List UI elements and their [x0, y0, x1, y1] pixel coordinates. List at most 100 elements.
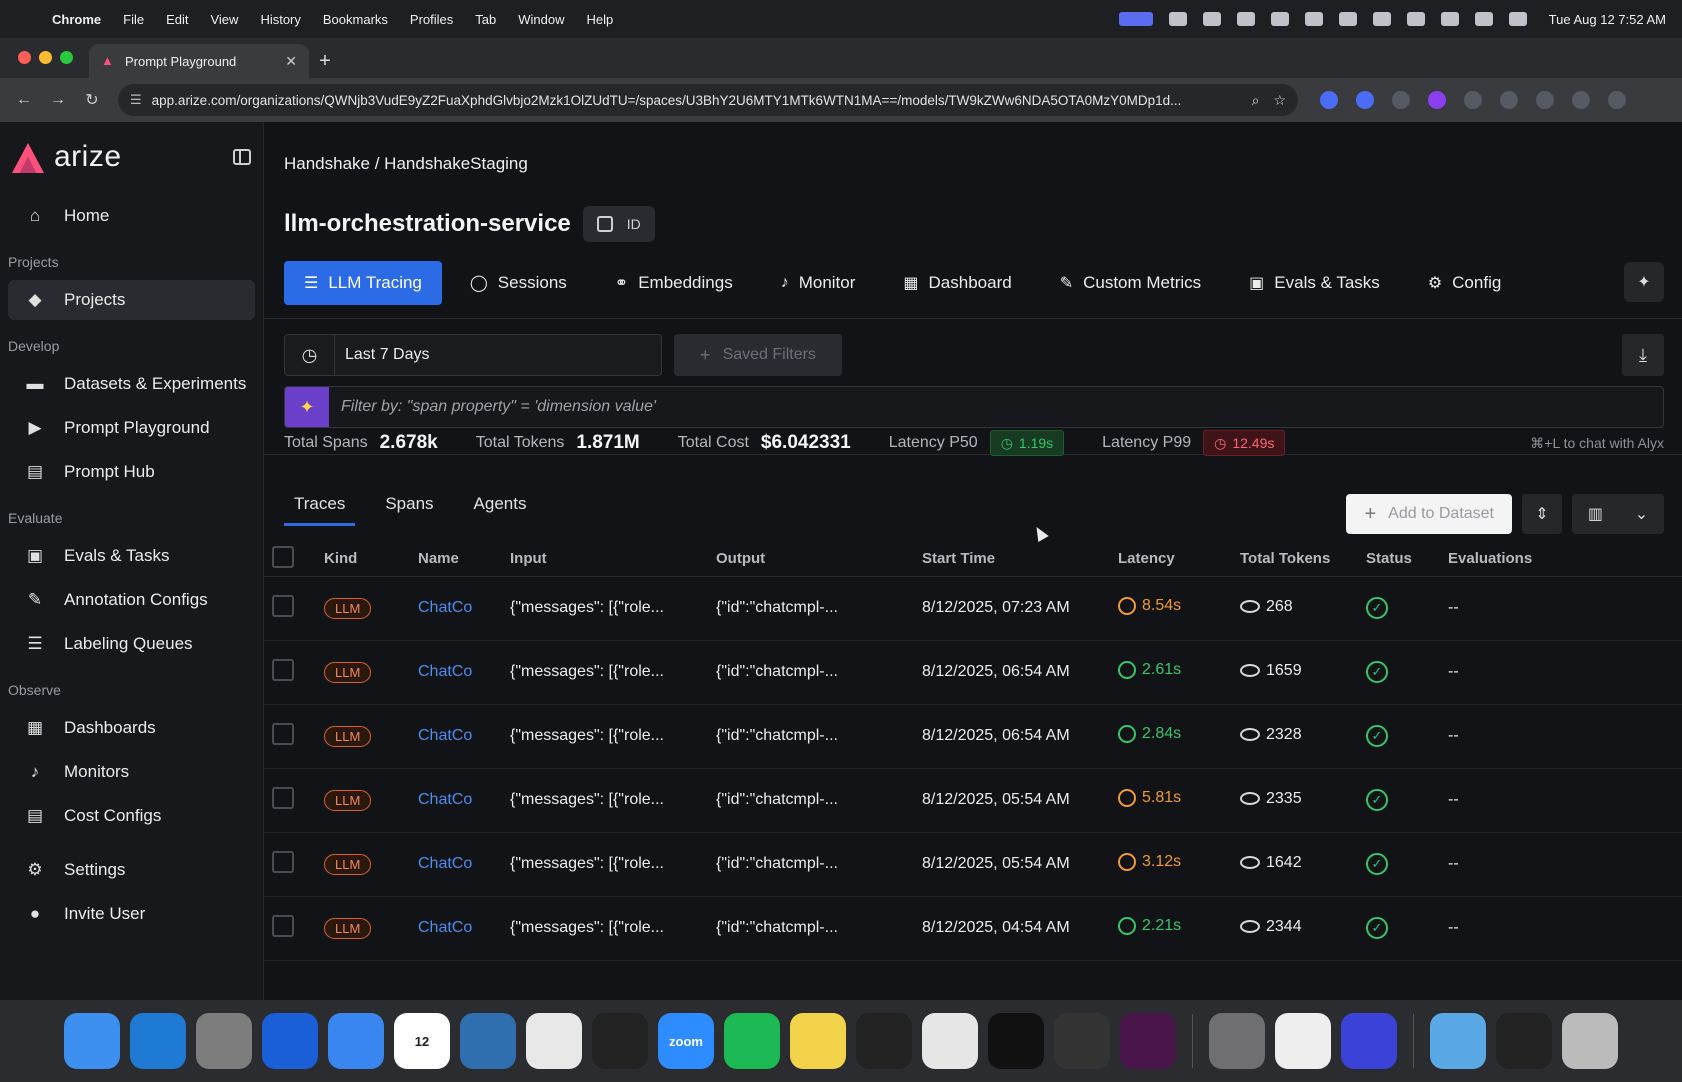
menu-history[interactable]: History	[260, 12, 300, 27]
textedit-icon[interactable]	[922, 1013, 978, 1069]
sidebar-item-prompt-hub[interactable]: ▤ Prompt Hub	[8, 452, 255, 492]
profile-avatar-icon[interactable]	[1572, 91, 1590, 109]
span-name-link[interactable]: ChatCo	[418, 919, 472, 936]
table-row[interactable]: LLM ChatCo {"messages": [{"role... {"id":"c…	[264, 576, 1682, 641]
input-cell[interactable]: {"messages": [{"role...	[502, 704, 708, 769]
row-checkbox[interactable]	[272, 594, 294, 617]
input-cell[interactable]: {"messages": [{"role...	[502, 576, 708, 641]
chrome-icon[interactable]	[526, 1013, 582, 1069]
tab-spans[interactable]: Spans	[375, 494, 443, 526]
menu-view[interactable]: View	[210, 12, 238, 27]
add-to-dataset-button[interactable]: + Add to Dataset	[1346, 494, 1512, 534]
input-cell[interactable]: {"messages": [{"role...	[502, 768, 708, 833]
column-header-name[interactable]: Name	[410, 542, 502, 577]
sidebar-item-projects[interactable]: ◆ Projects	[8, 280, 255, 320]
tab-evals-tasks[interactable]: ▣ Evals & Tasks	[1229, 261, 1400, 305]
menu-edit[interactable]: Edit	[166, 12, 188, 27]
tab-dashboard[interactable]: ▦ Dashboard	[883, 261, 1031, 305]
trash-icon[interactable]	[1562, 1013, 1618, 1069]
sidebar-item-dashboards[interactable]: ▦ Dashboards	[8, 708, 255, 748]
span-name-link[interactable]: ChatCo	[418, 663, 472, 680]
extension-icon[interactable]	[1320, 91, 1338, 109]
copy-id-button[interactable]: ID	[582, 206, 655, 242]
screen-share-icon[interactable]	[1118, 12, 1153, 26]
calendar-icon[interactable]: 12	[394, 1013, 450, 1069]
export-button[interactable]: ⤓	[1622, 334, 1664, 376]
butterfly-icon[interactable]	[1054, 1013, 1110, 1069]
back-arrow-icon[interactable]: ←	[10, 91, 38, 109]
wifi-icon[interactable]	[1440, 12, 1459, 26]
menu-tab[interactable]: Tab	[475, 12, 496, 27]
site-info-icon[interactable]: ☰	[130, 92, 142, 108]
menu-file[interactable]: File	[123, 12, 144, 27]
tray-app-icon[interactable]	[1202, 12, 1221, 26]
menu-app-name[interactable]: Chrome	[52, 12, 101, 27]
control-center-icon[interactable]	[1508, 12, 1527, 26]
arize-logo-icon[interactable]	[8, 139, 48, 175]
sidebar-item-labeling-queues[interactable]: ☰ Labeling Queues	[8, 624, 255, 664]
menu-bookmarks[interactable]: Bookmarks	[323, 12, 388, 27]
download-icon[interactable]	[1536, 91, 1554, 109]
output-cell[interactable]: {"id":"chatcmpl-...	[708, 896, 914, 961]
row-checkbox[interactable]	[272, 914, 294, 937]
slack-icon[interactable]	[1120, 1013, 1176, 1069]
columns-button[interactable]: ▥ ⌄	[1572, 494, 1664, 534]
spotify-icon[interactable]	[724, 1013, 780, 1069]
sidebar-item-datasets[interactable]: ▬ Datasets & Experiments	[8, 364, 255, 404]
chrome-menu-icon[interactable]	[1608, 91, 1626, 109]
column-header-input[interactable]: Input	[502, 542, 708, 577]
sidebar-item-settings[interactable]: ⚙ Settings	[8, 850, 255, 890]
row-checkbox[interactable]	[272, 722, 294, 745]
reload-icon[interactable]: ↻	[78, 90, 106, 110]
column-header-status[interactable]: Status	[1358, 542, 1440, 577]
sidebar-item-evals-tasks[interactable]: ▣ Evals & Tasks	[8, 536, 255, 576]
column-header-output[interactable]: Output	[708, 542, 914, 577]
output-cell[interactable]: {"id":"chatcmpl-...	[708, 832, 914, 897]
vscode-icon[interactable]	[130, 1013, 186, 1069]
table-row[interactable]: LLM ChatCo {"messages": [{"role... {"id":"c…	[264, 704, 1682, 769]
sidebar-item-monitors[interactable]: ♪ Monitors	[8, 752, 255, 792]
menubar-clock[interactable]: Tue Aug 12 7:52 AM	[1549, 12, 1666, 27]
zoom-window-button[interactable]	[60, 51, 73, 64]
tab-config[interactable]: ⚙ Config	[1408, 261, 1521, 305]
row-density-button[interactable]: ⇕	[1522, 494, 1562, 534]
sidebar-item-invite-user[interactable]: ● Invite User	[8, 894, 255, 934]
column-header-evaluations[interactable]: Evaluations	[1440, 542, 1682, 577]
bookmark-star-icon[interactable]: ☆	[1273, 92, 1286, 109]
tab-sessions[interactable]: ◯ Sessions	[450, 261, 587, 305]
output-cell[interactable]: {"id":"chatcmpl-...	[708, 768, 914, 833]
output-cell[interactable]: {"id":"chatcmpl-...	[708, 576, 914, 641]
column-header-latency[interactable]: Latency	[1110, 542, 1232, 577]
span-name-link[interactable]: ChatCo	[418, 727, 472, 744]
extensions-puzzle-icon[interactable]	[1464, 91, 1482, 109]
span-name-link[interactable]: ChatCo	[418, 599, 472, 616]
zoom-lens-icon[interactable]: ⌕	[1252, 92, 1260, 109]
input-cell[interactable]: {"messages": [{"role...	[502, 640, 708, 705]
column-header-total-tokens[interactable]: Total Tokens	[1232, 542, 1358, 577]
select-all-checkbox[interactable]	[272, 545, 294, 568]
column-header-kind[interactable]: Kind	[316, 542, 410, 577]
column-header-start-time[interactable]: Start Time	[914, 542, 1110, 577]
finder-icon[interactable]	[64, 1013, 120, 1069]
table-row[interactable]: LLM ChatCo {"messages": [{"role... {"id":"c…	[264, 832, 1682, 897]
row-checkbox[interactable]	[272, 658, 294, 681]
address-bar[interactable]: ☰ app.arize.com/organizations/QWNjb3VudE…	[118, 84, 1298, 116]
time-range-picker[interactable]: ◷ Last 7 Days	[284, 334, 662, 376]
tab-agents[interactable]: Agents	[464, 494, 537, 526]
cursor-icon[interactable]	[592, 1013, 648, 1069]
menu-window[interactable]: Window	[518, 12, 564, 27]
breadcrumb[interactable]: Handshake / HandshakeStaging	[284, 154, 528, 174]
input-cell[interactable]: {"messages": [{"role...	[502, 832, 708, 897]
zoom-icon[interactable]: zoom	[658, 1013, 714, 1069]
magic-filter-icon[interactable]: ✦	[285, 387, 329, 427]
tray-app-icon[interactable]	[1270, 12, 1289, 26]
mail-icon[interactable]	[328, 1013, 384, 1069]
folder-icon[interactable]	[1430, 1013, 1486, 1069]
tab-llm-tracing[interactable]: ☰ LLM Tracing	[284, 261, 442, 305]
browser-tab-active[interactable]: ▲ Prompt Playground ✕	[89, 44, 309, 78]
new-tab-button[interactable]: +	[309, 44, 341, 78]
tray-app-icon[interactable]	[1304, 12, 1323, 26]
table-row[interactable]: LLM ChatCo {"messages": [{"role... {"id":"c…	[264, 768, 1682, 833]
notes-icon[interactable]	[790, 1013, 846, 1069]
tab-traces[interactable]: Traces	[284, 494, 356, 526]
